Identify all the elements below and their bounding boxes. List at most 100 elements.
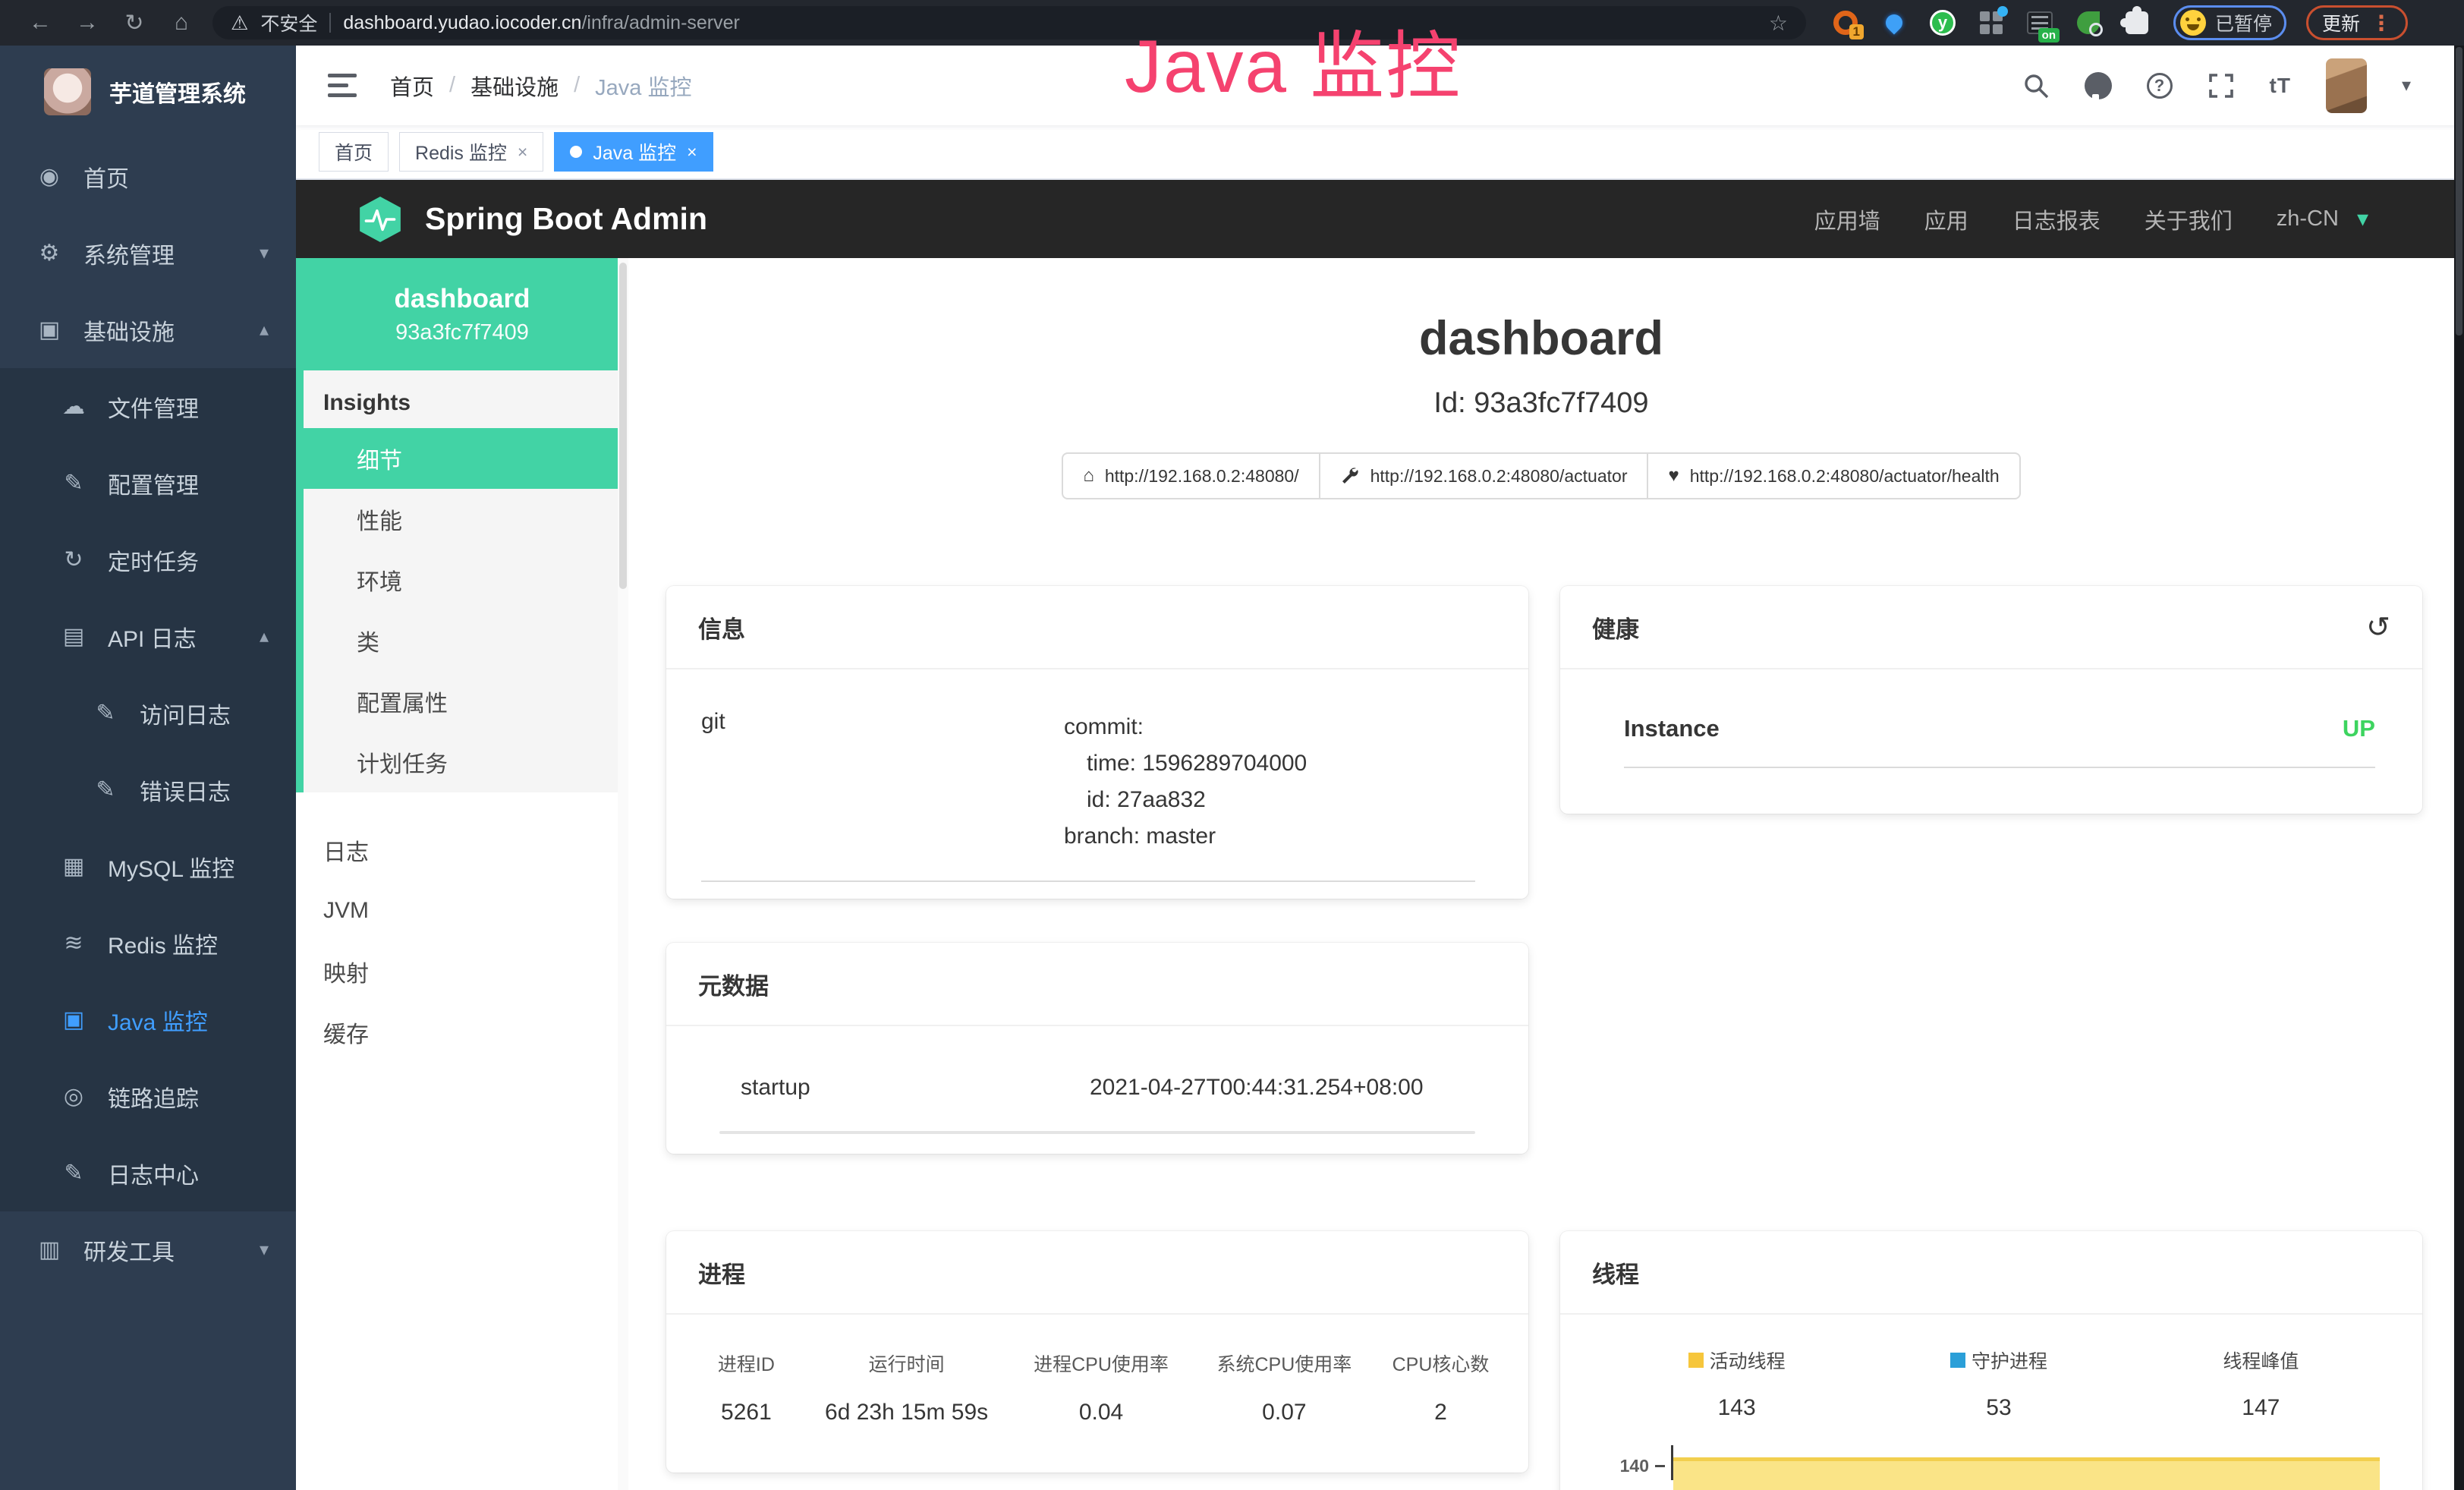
sidebar-item-mysql-monitor[interactable]: ▦ MySQL 监控 [0, 828, 296, 905]
instance-header[interactable]: dashboard 93a3fc7f7409 [296, 258, 628, 370]
page-title: dashboard [628, 311, 2454, 366]
trace-eye-icon: ◎ [58, 1083, 90, 1110]
health-url-button[interactable]: ♥ http://192.168.0.2:48080/actuator/heal… [1647, 452, 2020, 499]
sidebar-item-java-monitor[interactable]: ▣ Java 监控 [0, 981, 296, 1058]
sidebar-item-file-management[interactable]: ☁ 文件管理 [0, 368, 296, 445]
menu-item-details[interactable]: 细节 [304, 428, 628, 489]
peak-threads-stat: 线程峰值 147 [2130, 1347, 2392, 1421]
sba-nav-applications[interactable]: 应用 [1924, 203, 1968, 235]
health-instance-row[interactable]: Instance UP [1560, 669, 2422, 742]
fullscreen-icon[interactable] [2208, 72, 2235, 99]
sidebar-item-access-logs[interactable]: ✎ 访问日志 [0, 675, 296, 751]
sidebar-item-dev-tools[interactable]: ▥ 研发工具 ▾ [0, 1211, 296, 1288]
menu-item-mappings[interactable]: 映射 [296, 941, 628, 1002]
extension-grid-icon[interactable] [1978, 9, 2005, 36]
sba-nav-wallboard[interactable]: 应用墙 [1814, 203, 1880, 235]
error-log-icon: ✎ [90, 777, 121, 803]
live-threads-stat: 活动线程 143 [1606, 1347, 1868, 1421]
sba-brand-title[interactable]: Spring Boot Admin [425, 201, 707, 237]
forward-icon[interactable]: → [64, 10, 111, 36]
health-key: Instance [1624, 715, 1720, 742]
tab-redis-monitor[interactable]: Redis 监控 × [399, 132, 543, 172]
reload-icon[interactable]: ↻ [111, 10, 158, 36]
breadcrumb-infrastructure[interactable]: 基础设施 [470, 70, 559, 102]
threads-card: 线程 活动线程 143 守护进程 53 线程峰值 147 140 120 100 [1560, 1231, 2422, 1490]
font-size-icon[interactable]: tT [2270, 74, 2291, 98]
sidebar-item-home[interactable]: ◉ 首页 [0, 138, 296, 215]
extension-icons: 1 y on [1832, 9, 2151, 36]
sidebar-item-redis-monitor[interactable]: ≋ Redis 监控 [0, 905, 296, 981]
history-icon[interactable]: ↺ [2366, 610, 2390, 644]
menu-item-scheduled-tasks[interactable]: 计划任务 [304, 732, 628, 792]
menu-item-environment[interactable]: 环境 [304, 550, 628, 610]
menu-item-classes[interactable]: 类 [304, 610, 628, 671]
sba-nav-about[interactable]: 关于我们 [2145, 203, 2233, 235]
sidebar-item-config-management[interactable]: ✎ 配置管理 [0, 445, 296, 521]
extension-leaf-icon[interactable] [2075, 9, 2102, 36]
briefcase-icon: ▥ [33, 1236, 65, 1263]
bookmark-star-icon[interactable]: ☆ [1769, 11, 1788, 36]
tab-home[interactable]: 首页 [319, 132, 389, 172]
service-url-button[interactable]: ⌂ http://192.168.0.2:48080/ [1062, 452, 1320, 499]
user-menu-caret-icon[interactable]: ▾ [2402, 74, 2411, 96]
instance-id-line: Id: 93a3fc7f7409 [628, 387, 2454, 420]
tab-java-monitor[interactable]: Java 监控 × [554, 132, 713, 172]
collapse-sidebar-icon[interactable] [328, 74, 357, 97]
chevron-up-icon: ▴ [260, 625, 269, 647]
page-scrollbar[interactable] [2454, 46, 2464, 1490]
sba-nav-journal[interactable]: 日志报表 [2012, 203, 2101, 235]
instance-name: dashboard [395, 284, 530, 314]
thread-stats-row: 活动线程 143 守护进程 53 线程峰值 147 [1560, 1315, 2422, 1421]
app-title: 芋道管理系统 [109, 75, 246, 109]
row-divider [1624, 767, 2375, 768]
tag-view-bar: 首页 Redis 监控 × Java 监控 × [296, 125, 2464, 180]
menu-item-metrics[interactable]: 性能 [304, 489, 628, 550]
wrench-icon [1340, 466, 1360, 486]
sidebar-item-trace[interactable]: ◎ 链路追踪 [0, 1058, 296, 1135]
chrome-update-button[interactable]: 更新 ⋮ [2306, 5, 2408, 40]
info-card: 信息 git commit: time: 1596289704000 id: 2… [666, 586, 1528, 899]
search-icon[interactable] [2022, 72, 2050, 99]
menu-item-config-props[interactable]: 配置属性 [304, 671, 628, 732]
close-icon[interactable]: × [687, 142, 697, 162]
process-card: 进程 进程ID 运行时间 进程CPU使用率 系统CPU使用率 CPU核心数 52… [666, 1231, 1528, 1473]
sidebar-item-error-logs[interactable]: ✎ 错误日志 [0, 751, 296, 828]
sidebar-item-scheduled-tasks[interactable]: ↻ 定时任务 [0, 521, 296, 598]
admin-navbar: 首页 / 基础设施 / Java 监控 ? tT ▾ [296, 46, 2464, 125]
menu-item-logs[interactable]: 日志 [296, 820, 628, 880]
extension-y-icon[interactable]: y [1929, 9, 1956, 36]
address-bar[interactable]: ⚠ 不安全 dashboard.yudao.iocoder.cn/infra/a… [212, 6, 1806, 39]
heartbeat-icon: ♥ [1668, 465, 1679, 487]
app-logo-row[interactable]: 芋道管理系统 [0, 46, 296, 138]
sidebar-item-log-center[interactable]: ✎ 日志中心 [0, 1135, 296, 1211]
back-icon[interactable]: ← [17, 10, 64, 36]
sidebar-item-api-logs[interactable]: ▤ API 日志 ▴ [0, 598, 296, 675]
menu-item-jvm[interactable]: JVM [296, 880, 628, 941]
sba-nav-language[interactable]: zh-CN [2277, 206, 2339, 232]
extensions-puzzle-icon[interactable] [2123, 9, 2151, 36]
chart-y-axis: 140 120 100 [1598, 1444, 1671, 1490]
breadcrumb-home[interactable]: 首页 [390, 70, 434, 102]
user-avatar[interactable] [2326, 58, 2367, 113]
app-logo-avatar [44, 68, 91, 115]
sidebar-item-system-management[interactable]: ⚙ 系统管理 ▾ [0, 215, 296, 291]
browser-home-icon[interactable]: ⌂ [158, 10, 205, 36]
extension-pin-icon[interactable] [1880, 9, 1908, 36]
actuator-url-button[interactable]: http://192.168.0.2:48080/actuator [1319, 452, 1649, 499]
row-divider [701, 880, 1475, 882]
java-monitor-icon: ▣ [58, 1006, 90, 1033]
language-caret-icon[interactable]: ▾ [2357, 206, 2368, 232]
row-divider [719, 1131, 1475, 1134]
sidebar-item-infrastructure[interactable]: ▣ 基础设施 ▴ [0, 291, 296, 368]
sba-sidebar: dashboard 93a3fc7f7409 Insights 细节 性能 环境… [296, 258, 628, 1490]
extension-switch-on-icon[interactable]: on [2026, 9, 2053, 36]
github-icon[interactable] [2085, 72, 2112, 99]
mysql-monitor-icon: ▦ [58, 853, 90, 880]
extension-colorzilla-icon[interactable]: 1 [1832, 9, 1859, 36]
profile-chip[interactable]: 已暂停 [2173, 5, 2286, 40]
help-icon[interactable]: ? [2147, 73, 2173, 99]
close-icon[interactable]: × [518, 142, 527, 162]
sidebar-scrollbar[interactable] [618, 258, 628, 1490]
menu-item-caches[interactable]: 缓存 [296, 1002, 628, 1063]
browser-menu-icon[interactable]: ⋮ [2371, 11, 2392, 36]
